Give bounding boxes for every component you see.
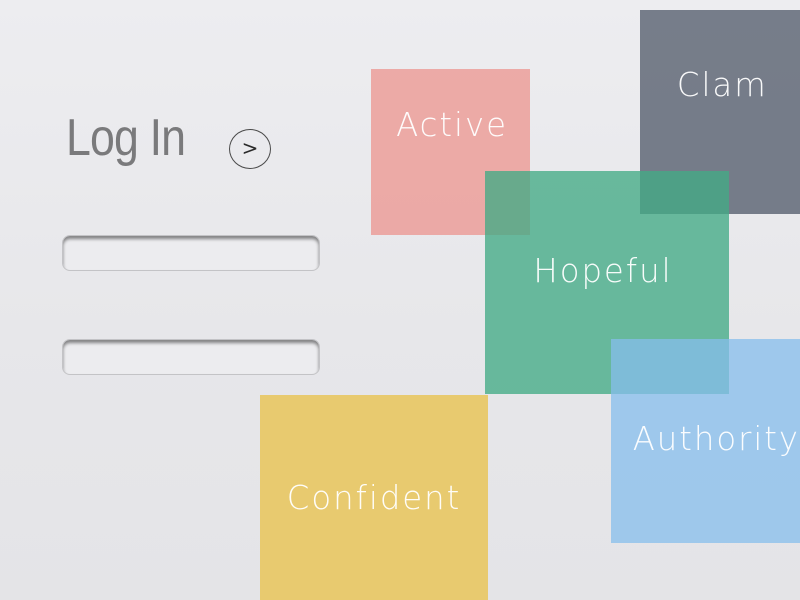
- tile-confident[interactable]: Confident: [260, 395, 488, 600]
- tile-clam-label: Clam: [676, 65, 768, 104]
- tile-confident-label: Confident: [286, 478, 462, 517]
- chevron-right-icon: >: [241, 136, 259, 160]
- tile-authority[interactable]: Authority: [611, 339, 800, 543]
- tile-active-label: Active: [396, 105, 509, 144]
- login-go-button[interactable]: >: [229, 129, 271, 169]
- username-input[interactable]: [62, 235, 320, 271]
- tile-hopeful-label: Hopeful: [533, 251, 673, 290]
- tile-authority-label: Authority: [632, 419, 800, 458]
- login-title: Log In: [66, 109, 186, 167]
- password-input[interactable]: [62, 339, 320, 375]
